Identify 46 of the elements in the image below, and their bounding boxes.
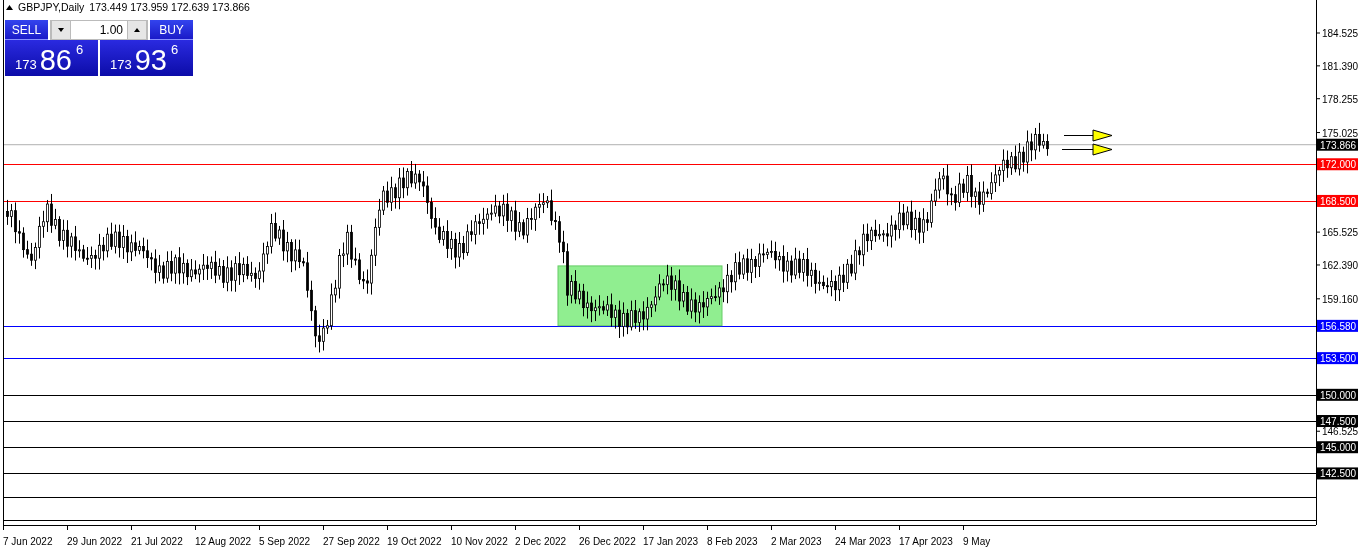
price-level-label: 145.000 [1317, 441, 1358, 454]
date-label: 17 Apr 2023 [899, 536, 953, 547]
date-label: 5 Sep 2022 [259, 536, 311, 547]
price-level-label: 156.580 [1317, 319, 1358, 332]
current-price-label: 173.866 [1317, 138, 1358, 151]
date-label: 12 Aug 2022 [195, 536, 252, 547]
date-label: 2 Dec 2022 [515, 536, 567, 547]
price-tick-label: 146.525 [1322, 426, 1359, 438]
price-tick-label: 165.525 [1322, 227, 1359, 239]
price-level-label: 150.000 [1317, 388, 1358, 401]
price-level-label: 172.000 [1317, 158, 1358, 171]
increase-icon[interactable] [127, 20, 147, 40]
date-label: 8 Feb 2023 [707, 536, 758, 547]
arrow-icon [1061, 143, 1113, 156]
buy-button[interactable]: BUY [150, 20, 193, 40]
date-label: 26 Dec 2022 [579, 536, 636, 547]
ohlc-values: 173.449 173.959 172.639 173.866 [89, 1, 250, 13]
price-level-label: 142.500 [1317, 467, 1358, 480]
price-tick-label: 178.255 [1322, 93, 1359, 105]
lot-size-field[interactable]: 1.00 [50, 20, 148, 40]
price-tick-label: 184.525 [1322, 28, 1359, 39]
collapse-icon[interactable] [6, 4, 13, 10]
price-level-label: 147.500 [1317, 415, 1358, 427]
date-label: 17 Jan 2023 [643, 536, 699, 547]
price-level-line[interactable] [3, 201, 1317, 202]
horizontal-line[interactable] [3, 497, 1317, 498]
price-level-label: 168.500 [1317, 194, 1358, 207]
price-tick-label: 159.160 [1322, 293, 1359, 305]
price-tick-label: 181.390 [1322, 60, 1359, 72]
price-level-label: 153.500 [1317, 352, 1358, 365]
date-label: 24 Mar 2023 [835, 536, 892, 547]
horizontal-line[interactable] [3, 520, 1317, 521]
sell-button[interactable]: SELL [5, 20, 48, 40]
date-label: 2 Mar 2023 [771, 536, 822, 547]
date-label: 9 May [963, 536, 991, 547]
arrow-icon [1063, 129, 1113, 142]
date-label: 29 Jun 2022 [67, 536, 123, 547]
date-label: 27 Sep 2022 [323, 536, 380, 547]
symbol-label: GBPJPY,Daily [18, 1, 85, 13]
date-label: 7 Jun 2022 [3, 536, 53, 547]
decrease-icon[interactable] [51, 20, 71, 40]
date-label: 21 Jul 2022 [131, 536, 183, 547]
price-tick-label: 175.025 [1322, 127, 1359, 139]
price-tick-label: 162.390 [1322, 259, 1359, 271]
date-label: 10 Nov 2022 [451, 536, 508, 547]
date-label: 19 Oct 2022 [387, 536, 442, 547]
